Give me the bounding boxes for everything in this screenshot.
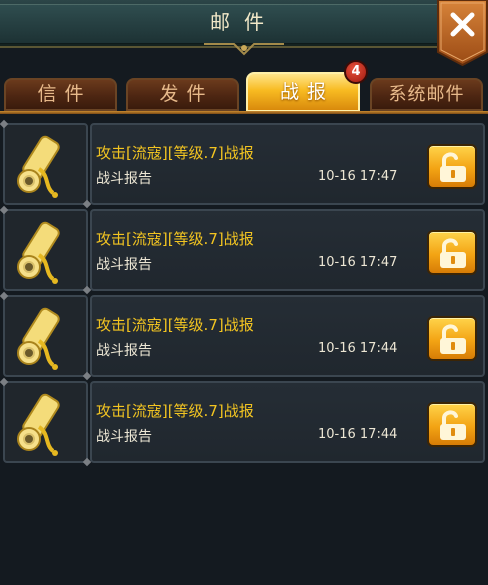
message-title: 攻击[流寇][等级.7]战报 [96,144,254,162]
unlocked-padlock-icon [440,324,466,354]
message-subtitle: 战斗报告 [96,257,152,273]
message-row[interactable]: 攻击[流寇][等级.7]战报 战斗报告 10-16 17:47 [0,121,488,207]
scroll-icon [17,393,60,456]
message-title: 攻击[流寇][等级.7]战报 [96,402,254,420]
message-row[interactable]: 攻击[流寇][等级.7]战报 战斗报告 10-16 17:44 [0,293,488,379]
close-button[interactable] [437,0,488,67]
lock-button[interactable] [427,402,477,447]
lock-button[interactable] [427,316,477,361]
message-info-panel [90,123,485,205]
tab-bar: 信件 发件 战报 系统邮件 [0,72,488,112]
unlocked-padlock-icon [440,410,466,440]
message-icon-frame [3,123,88,205]
unread-count-badge: 4 [344,60,368,84]
tab-sent-label: 发件 [159,83,214,105]
message-info-panel [90,381,485,463]
message-subtitle: 战斗报告 [96,171,152,187]
message-subtitle: 战斗报告 [96,429,152,445]
unlocked-padlock-icon [440,238,466,268]
scroll-icon [17,135,60,198]
unlocked-padlock-icon [440,152,466,182]
tab-battle-reports[interactable]: 战报 [246,72,360,112]
scroll-icon [17,307,60,370]
tab-system-mail[interactable]: 系统邮件 [370,78,483,111]
message-timestamp: 10-16 17:47 [318,255,398,270]
header-ornament-icon [204,43,284,56]
message-timestamp: 10-16 17:44 [318,341,398,356]
message-info-panel [90,295,485,377]
window-title: 邮件 [210,10,278,34]
tab-inbox[interactable]: 信件 [4,78,117,111]
tab-underline [0,111,488,114]
lock-button[interactable] [427,230,477,275]
tab-battle-reports-label: 战报 [279,81,334,103]
message-icon-frame [3,381,88,463]
message-icon-frame [3,295,88,377]
tab-sent[interactable]: 发件 [126,78,239,111]
message-subtitle: 战斗报告 [96,343,152,359]
scroll-icon [17,221,60,284]
message-row[interactable]: 攻击[流寇][等级.7]战报 战斗报告 10-16 17:47 [0,207,488,293]
message-row[interactable]: 攻击[流寇][等级.7]战报 战斗报告 10-16 17:44 [0,379,488,465]
message-info-panel [90,209,485,291]
message-title: 攻击[流寇][等级.7]战报 [96,316,254,334]
lock-button[interactable] [427,144,477,189]
mail-window: 邮件 信件 发件 战报 系统邮件 4 攻击[流寇][等级.7]战报 战斗报告 1… [0,0,488,585]
tab-inbox-label: 信件 [37,83,92,105]
message-timestamp: 10-16 17:47 [318,169,398,184]
header-bar: 邮件 [0,0,488,67]
message-icon-frame [3,209,88,291]
message-title: 攻击[流寇][等级.7]战报 [96,230,254,248]
message-timestamp: 10-16 17:44 [318,427,398,442]
close-icon [437,0,488,67]
tab-system-mail-label: 系统邮件 [388,84,465,105]
